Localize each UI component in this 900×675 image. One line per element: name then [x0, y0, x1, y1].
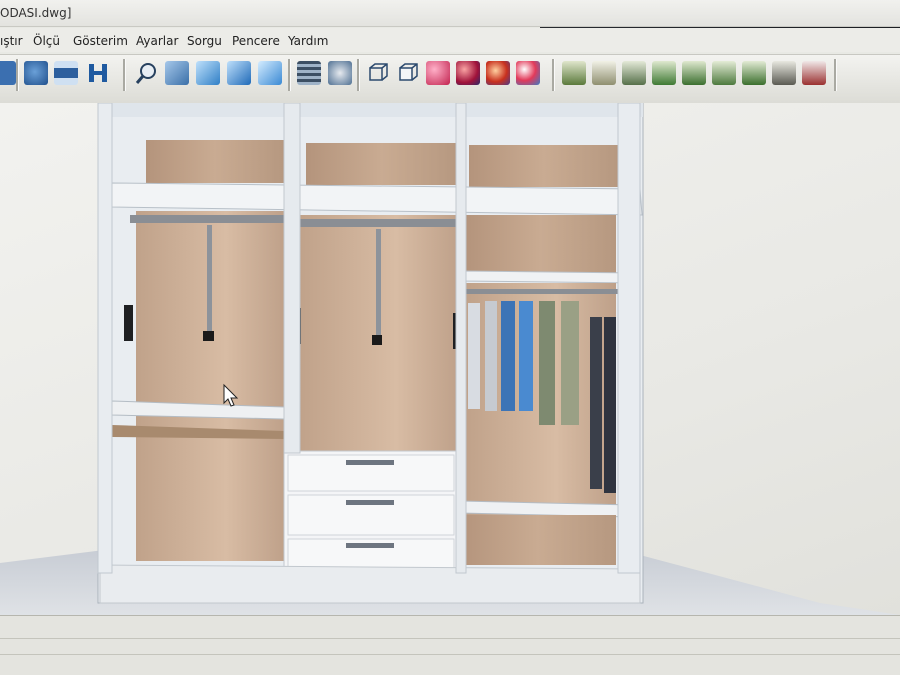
- menu-item-display[interactable]: Gösterim: [73, 34, 128, 48]
- left-lift-handle: [203, 331, 214, 341]
- garment-blue-jeans: [501, 301, 515, 411]
- render-icon[interactable]: [328, 61, 352, 85]
- right-hat-shelf: [461, 270, 639, 284]
- menu-item-query[interactable]: Sorgu: [187, 34, 222, 48]
- drawer-2-handle: [346, 500, 394, 505]
- menu-item-measure[interactable]: Ölçü: [33, 34, 60, 48]
- material-icon[interactable]: [456, 61, 480, 85]
- menu-item-settings[interactable]: Ayarlar: [136, 34, 178, 48]
- menu-item-window[interactable]: Pencere: [232, 34, 280, 48]
- texture-icon[interactable]: [486, 61, 510, 85]
- 3d-viewport[interactable]: [0, 102, 900, 615]
- garment-olive-jacket: [539, 301, 555, 425]
- toolbar-separator: [552, 59, 555, 91]
- garment-white-shirt: [468, 303, 480, 409]
- hidden-line-icon[interactable]: [396, 61, 420, 85]
- upper-back-middle: [306, 143, 458, 185]
- wireframe-icon[interactable]: [366, 61, 390, 85]
- measure-icon[interactable]: [54, 61, 78, 85]
- view-top-icon[interactable]: [196, 61, 220, 85]
- right-upper-back: [466, 215, 616, 275]
- door-icon[interactable]: [652, 61, 676, 85]
- upper-back-right: [469, 145, 619, 187]
- status-bar: [0, 615, 900, 675]
- menu-bar: ıştır Ölçü Gösterim Ayarlar Sorgu Pencer…: [0, 28, 900, 52]
- toolbar: [0, 54, 900, 104]
- top-panel: [108, 103, 643, 117]
- middle-pull-down-rod: [298, 219, 458, 227]
- left-pull-down-rod: [130, 215, 286, 223]
- panel-icon[interactable]: [622, 61, 646, 85]
- view-side-icon[interactable]: [258, 61, 282, 85]
- lights-icon[interactable]: [516, 61, 540, 85]
- toolbar-separator: [123, 59, 126, 91]
- right-lower-back: [460, 515, 616, 565]
- window-title: ODASI.dwg]: [0, 6, 72, 20]
- zoom-icon[interactable]: [135, 61, 159, 85]
- menu-item-help[interactable]: Yardım: [288, 34, 328, 48]
- status-divider: [0, 654, 900, 655]
- drawer-1-handle: [346, 460, 394, 465]
- tools-icon[interactable]: [772, 61, 796, 85]
- cover-icon[interactable]: [682, 61, 706, 85]
- h-profile-icon[interactable]: [86, 61, 110, 85]
- monitor-screen: ODASI.dwg] ıştır Ölçü Gösterim Ayarlar S…: [0, 0, 900, 675]
- cabinet-icon[interactable]: [562, 61, 586, 85]
- side-panel-right: [617, 102, 641, 574]
- menu-item-modify[interactable]: ıştır: [0, 34, 23, 48]
- bottom-plinth: [99, 564, 641, 604]
- garment-blue-shirt: [519, 301, 533, 411]
- hanging-rail: [462, 289, 618, 294]
- view-iso-icon[interactable]: [227, 61, 251, 85]
- shelf-icon[interactable]: [592, 61, 616, 85]
- arrow-icon[interactable]: [0, 61, 16, 85]
- frame-icon[interactable]: [712, 61, 736, 85]
- left-lift-handle-side: [124, 305, 133, 341]
- middle-lift-handle: [372, 335, 382, 345]
- upper-back-left: [146, 140, 284, 183]
- side-panel-left: [97, 102, 113, 574]
- left-lift-arm: [207, 225, 212, 333]
- drawer-3-handle: [346, 543, 394, 548]
- view-front-icon[interactable]: [165, 61, 189, 85]
- middle-lift-arm: [376, 229, 381, 335]
- toolbar-separator: [16, 59, 19, 91]
- toolbar-separator: [288, 59, 291, 91]
- camera-icon[interactable]: [24, 61, 48, 85]
- wardrobe-model: [0, 102, 900, 615]
- layers-icon[interactable]: [297, 61, 321, 85]
- toolbar-separator: [357, 59, 360, 91]
- divider-left: [283, 102, 301, 454]
- garment-black-trousers: [604, 317, 616, 493]
- garment-grey-shirt: [485, 301, 497, 411]
- export-icon[interactable]: [802, 61, 826, 85]
- garment-khaki-jacket: [561, 301, 579, 425]
- module-icon[interactable]: [742, 61, 766, 85]
- title-bar: ODASI.dwg]: [0, 0, 900, 27]
- status-divider: [0, 638, 900, 639]
- shade-icon[interactable]: [426, 61, 450, 85]
- toolbar-separator: [834, 59, 837, 91]
- divider-right: [455, 102, 467, 574]
- garment-dark-trousers: [590, 317, 602, 489]
